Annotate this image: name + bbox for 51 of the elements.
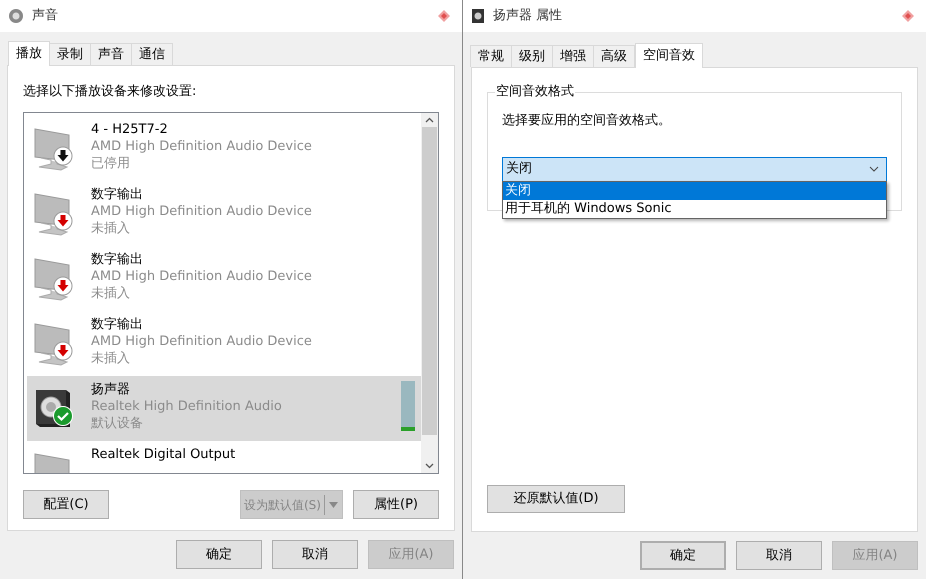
device-status: 未插入 — [91, 285, 131, 302]
device-status: 未插入 — [91, 220, 131, 237]
device-status: 默认设备 — [91, 415, 144, 432]
chevron-down-icon[interactable] — [425, 463, 434, 469]
device-description: AMD High Definition Audio Device — [91, 138, 312, 155]
down-arrow-badge-icon — [53, 146, 73, 166]
format-dropdown[interactable]: 关闭 — [502, 156, 887, 182]
dialog-button[interactable]: 确定 — [176, 540, 262, 569]
restore-defaults-button[interactable]: 还原默认值(D) — [487, 485, 625, 514]
speaker-icon — [8, 8, 24, 24]
device-name: 4 - H25T7-2 — [91, 121, 169, 138]
dialog-button[interactable]: 取消 — [736, 541, 822, 570]
window-title: 扬声器 属性 — [493, 7, 562, 26]
down-arrow-badge-icon — [53, 341, 73, 361]
dropdown-value: 关闭 — [506, 160, 532, 178]
down-arrow-badge-icon — [53, 211, 73, 231]
device-description: AMD High Definition Audio Device — [91, 203, 312, 220]
dropdown-option[interactable]: 关闭 — [503, 182, 886, 200]
chevron-down-icon[interactable] — [869, 166, 879, 172]
instruction-text: 选择以下播放设备来修改设置: — [23, 83, 198, 101]
instruction-text: 选择要应用的空间音效格式。 — [502, 112, 672, 130]
device-name: Realtek Digital Output — [91, 446, 236, 463]
tab[interactable]: 通信 — [131, 43, 173, 65]
tab[interactable]: 空间音效 — [635, 43, 703, 68]
tab[interactable]: 播放 — [8, 41, 50, 66]
device-name: 数字输出 — [91, 251, 144, 268]
down-arrow-badge-icon — [53, 276, 73, 296]
speaker-icon — [471, 8, 485, 24]
window-title: 声音 — [32, 7, 58, 26]
tab[interactable]: 常规 — [470, 45, 512, 67]
close-icon[interactable] — [438, 10, 450, 22]
device-name: 数字输出 — [91, 316, 144, 333]
device-row[interactable]: 扬声器 Realtek High Definition Audio 默认设备 — [27, 376, 421, 441]
close-icon[interactable] — [902, 10, 914, 22]
device-description: Realtek High Definition Audio — [91, 398, 282, 415]
dialog-button[interactable]: 确定 — [640, 541, 726, 570]
device-name: 数字输出 — [91, 186, 144, 203]
device-status: 已停用 — [91, 155, 131, 172]
tab[interactable]: 高级 — [593, 45, 635, 67]
device-description: AMD High Definition Audio Device — [91, 333, 312, 350]
device-description: AMD High Definition Audio Device — [91, 268, 312, 285]
device-name: 扬声器 — [91, 381, 131, 398]
check-badge-icon — [53, 406, 73, 426]
scrollbar[interactable] — [421, 113, 438, 473]
dialog-button[interactable]: 属性(P) — [353, 490, 439, 519]
chevron-up-icon[interactable] — [425, 117, 434, 123]
dropdown-option[interactable]: 用于耳机的 Windows Sonic — [503, 200, 886, 218]
scrollbar-thumb[interactable] — [422, 127, 437, 435]
dialog-button[interactable]: 配置(C) — [23, 490, 109, 519]
device-status: 未插入 — [91, 350, 131, 367]
dialog-button[interactable]: 取消 — [272, 540, 358, 569]
